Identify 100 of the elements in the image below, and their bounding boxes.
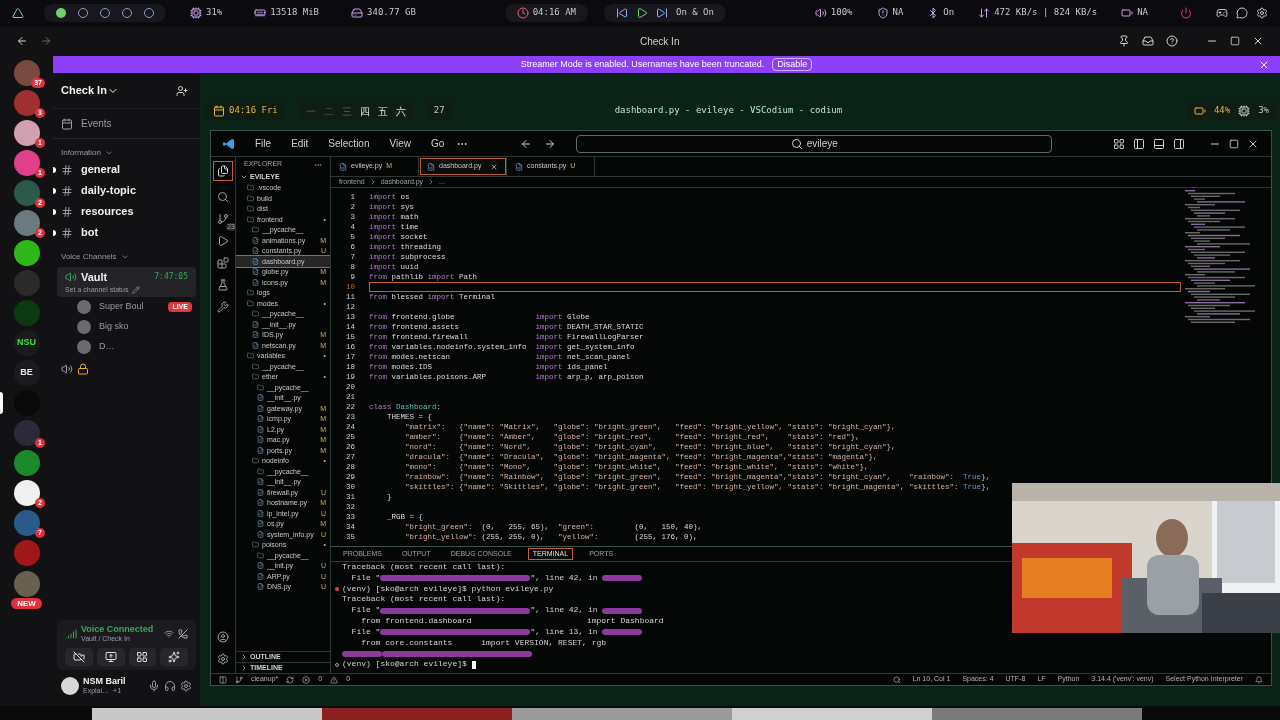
avatar (77, 320, 91, 334)
terminal-text: Traceback (most recent call last): (342, 594, 506, 606)
menu-item[interactable]: File (255, 136, 272, 151)
secondary-sidebar-icon[interactable] (1173, 137, 1185, 150)
inbox-icon[interactable] (1142, 35, 1154, 47)
maximize-icon[interactable] (1230, 36, 1240, 46)
tray-icon[interactable] (1216, 7, 1228, 19)
panel-toggle-icon[interactable] (1153, 137, 1165, 150)
file-icon (515, 162, 523, 171)
status-text: 13518 MiB (270, 6, 320, 20)
settings-icon[interactable] (1256, 7, 1268, 19)
forward-icon[interactable] (544, 137, 557, 150)
folder-icon (252, 373, 259, 381)
sync-icon[interactable] (286, 675, 295, 684)
disconnect-icon[interactable] (178, 629, 188, 639)
settings-icon[interactable] (180, 680, 192, 692)
channel-item[interactable]: general (61, 161, 121, 178)
folder-icon (252, 541, 259, 549)
file-icon (252, 278, 259, 286)
menu-item[interactable]: View (389, 136, 411, 151)
activities-button[interactable] (128, 648, 157, 666)
server-icon[interactable]: NSU (13, 330, 40, 356)
sidebar-toggle-icon[interactable] (1133, 137, 1145, 150)
status-text: 31% (206, 6, 223, 20)
settings-icon[interactable] (217, 653, 229, 665)
workspace-button[interactable]: 六 (395, 103, 406, 119)
workspace-indicator[interactable] (56, 8, 66, 18)
search-icon[interactable] (217, 191, 229, 203)
run-icon[interactable] (217, 235, 229, 247)
workspace-button[interactable]: 四 (359, 103, 370, 119)
menu-item[interactable]: Edit (291, 136, 309, 151)
screen-share-button[interactable] (96, 648, 125, 666)
power-icon[interactable] (1180, 7, 1192, 19)
channel-name: Vault (81, 269, 108, 285)
previous-icon[interactable] (616, 7, 629, 19)
camera-button[interactable] (65, 648, 93, 666)
terminal-text: ", line 13, in (530, 626, 599, 638)
screen-share-icon (104, 651, 117, 663)
file-icon (257, 394, 264, 402)
close-icon[interactable] (490, 162, 498, 171)
account-icon[interactable] (217, 631, 229, 643)
file-icon (257, 415, 264, 423)
soundboard-button[interactable] (160, 648, 188, 666)
server-icon[interactable]: BE (13, 360, 40, 386)
voice-status: Voice Connected (81, 624, 154, 636)
hash-icon (61, 205, 73, 218)
cpu-text: 3% (1258, 104, 1269, 118)
server-name[interactable]: Check In (61, 82, 107, 99)
workspace-button[interactable]: 五 (377, 103, 388, 119)
channel-item[interactable]: bot (61, 224, 99, 241)
notifications-icon[interactable] (1255, 675, 1263, 684)
layout-icon[interactable] (1113, 137, 1125, 150)
soundboard-icon (168, 651, 181, 663)
menu-item[interactable]: Selection (328, 136, 370, 151)
disable-button[interactable]: Disable (772, 58, 813, 71)
pin-icon[interactable] (1118, 35, 1130, 47)
next-icon[interactable] (656, 7, 669, 19)
invite-icon[interactable] (176, 84, 188, 97)
source-control-icon[interactable] (217, 213, 229, 225)
menu-item[interactable]: Go (431, 136, 445, 151)
remote-icon[interactable] (219, 675, 227, 684)
back-icon[interactable] (16, 35, 28, 47)
launcher-icon[interactable] (12, 7, 24, 19)
terminal-text: File " (350, 626, 381, 638)
chevron-icon (120, 253, 129, 261)
terminal-text: (venv) [sko@arch evileye]$ python evileye.py (342, 583, 554, 595)
wrench-icon[interactable] (217, 301, 229, 313)
member-name[interactable]: Big sko (99, 320, 129, 334)
folder-icon (247, 194, 254, 202)
close-icon[interactable] (1252, 35, 1264, 47)
microphone-icon[interactable] (148, 680, 160, 692)
user-avatar (61, 677, 79, 695)
category-label[interactable]: Voice Channels (61, 251, 117, 263)
speaker-icon[interactable] (61, 363, 73, 375)
explorer-tab[interactable] (213, 161, 233, 181)
category-label[interactable]: Information (61, 147, 102, 159)
command-search-field[interactable]: evileye (576, 134, 1053, 153)
server-icon[interactable] (13, 240, 40, 266)
maximize-icon[interactable] (1229, 138, 1239, 149)
member-name[interactable]: Super Boul (99, 300, 144, 314)
server-icon[interactable] (13, 60, 40, 86)
back-icon[interactable] (520, 137, 533, 150)
flask-icon[interactable] (217, 279, 229, 291)
member-name[interactable]: D… (99, 340, 115, 354)
play-icon[interactable] (636, 7, 649, 19)
folder-icon (247, 184, 254, 192)
help-icon[interactable] (1166, 35, 1178, 47)
terminal-text: Traceback (most recent call last): (342, 562, 506, 573)
channel-item[interactable]: daily-topic (61, 182, 136, 199)
chat-icon[interactable] (1236, 7, 1248, 19)
shield-icon (876, 7, 889, 19)
battery-text: 44% (1213, 104, 1231, 118)
channel-item[interactable]: resources (61, 203, 134, 220)
extensions-icon[interactable] (217, 257, 229, 269)
zoom-icon[interactable] (892, 675, 901, 684)
server-icon[interactable] (13, 480, 40, 506)
volume-icon (814, 7, 827, 19)
server-icon[interactable] (13, 120, 40, 146)
headphones-icon[interactable] (164, 680, 176, 692)
noise-icon[interactable] (164, 629, 174, 639)
